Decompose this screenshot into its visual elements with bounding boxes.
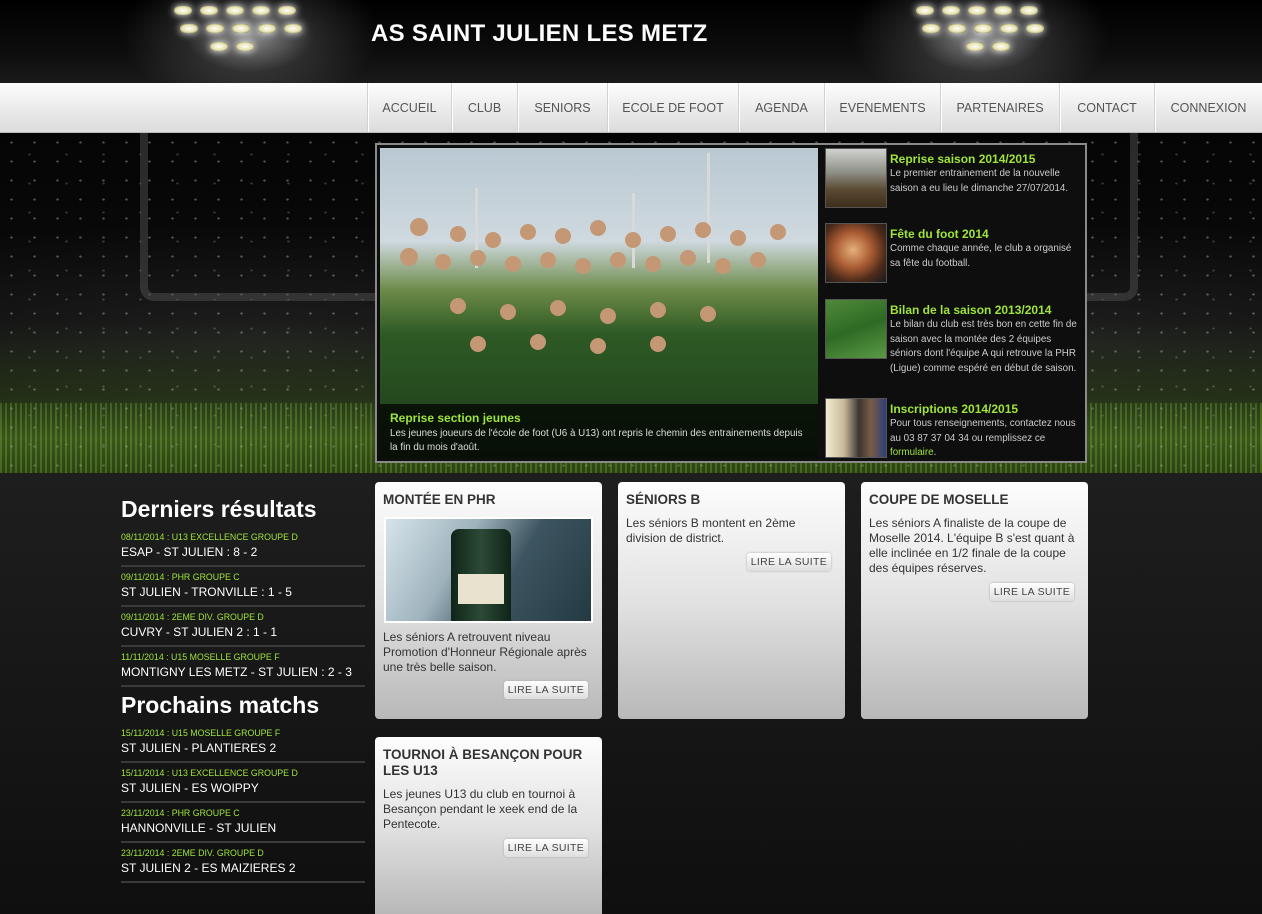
- match-teams: ST JULIEN - PLANTIERES 2: [121, 741, 277, 755]
- slider-item-description: Comme chaque année, le club a organisé s…: [890, 243, 1072, 269]
- slider-item-title[interactable]: Fête du foot 2014: [890, 227, 989, 241]
- bottle-label: [458, 574, 504, 604]
- match-row: 15/11/2014 : U13 EXCELLENCE GROUPE D ST J…: [121, 768, 365, 803]
- result-row: 08/11/2014 : U13 EXCELLENCE GROUPE D ESAP…: [121, 532, 365, 567]
- slider-main-title[interactable]: Reprise section jeunes: [390, 411, 521, 425]
- article-title[interactable]: SÉNIORS B: [626, 492, 836, 508]
- match-row: 15/11/2014 : U15 MOSELLE GROUPE F ST JULI…: [121, 728, 365, 763]
- nav-item-connexion[interactable]: CONNEXION: [1154, 83, 1262, 132]
- article-text: Les séniors B montent en 2ème division d…: [626, 516, 796, 545]
- match-meta: 23/11/2014 : 2EME DIV. GROUPE D: [121, 848, 264, 858]
- nav-item-evenements[interactable]: EVENEMENTS: [824, 83, 940, 132]
- result-meta: 09/11/2014 : 2EME DIV. GROUPE D: [121, 612, 264, 622]
- nav-item-agenda[interactable]: AGENDA: [738, 83, 824, 132]
- hero-banner: Reprise section jeunes Les jeunes joueur…: [0, 133, 1262, 473]
- match-row: 23/11/2014 : 2EME DIV. GROUPE D ST JULIEN…: [121, 848, 365, 883]
- slider-item-description-text: Pour tous renseignements, contactez nous…: [890, 418, 1076, 444]
- slider-item-thumbnail[interactable]: [825, 223, 887, 283]
- result-score: ST JULIEN - TRONVILLE : 1 - 5: [121, 585, 292, 599]
- article-title[interactable]: TOURNOI À BESANÇON POUR LES U13: [383, 747, 593, 779]
- recent-results-heading: Derniers résultats: [121, 496, 317, 522]
- nav-item-seniors[interactable]: SENIORS: [517, 83, 607, 132]
- nav-item-ecole-de-foot[interactable]: ECOLE DE FOOT: [607, 83, 738, 132]
- article-text: Les jeunes U13 du club en tournoi à Besa…: [383, 787, 578, 831]
- main-navigation: ACCUEIL CLUB SENIORS ECOLE DE FOOT AGEND…: [0, 83, 1262, 133]
- match-meta: 23/11/2014 : PHR GROUPE C: [121, 808, 240, 818]
- slider-item-description: Le bilan du club est très bon en cette f…: [890, 319, 1077, 374]
- result-score: MONTIGNY LES METZ - ST JULIEN : 2 - 3: [121, 665, 352, 679]
- result-meta: 09/11/2014 : PHR GROUPE C: [121, 572, 240, 582]
- site-header: AS SAINT JULIEN LES METZ: [0, 0, 1262, 83]
- read-more-button[interactable]: LIRE LA SUITE: [746, 553, 831, 571]
- slider-item-title[interactable]: Bilan de la saison 2013/2014: [890, 303, 1051, 317]
- article-text: Les séniors A finaliste de la coupe de M…: [869, 516, 1075, 575]
- result-meta: 11/11/2014 : U15 MOSELLE GROUPE F: [121, 652, 280, 662]
- article-title[interactable]: COUPE DE MOSELLE: [869, 492, 1079, 508]
- team-photo-players: [390, 218, 810, 398]
- site-title[interactable]: AS SAINT JULIEN LES METZ: [371, 20, 708, 48]
- slider-main-description: Les jeunes joueurs de l'école de foot (U…: [390, 428, 803, 453]
- slider-thumbnail-list: Reprise saison 2014/2015 Le premier entr…: [823, 145, 1083, 461]
- match-teams: ST JULIEN 2 - ES MAIZIERES 2: [121, 861, 296, 875]
- stadium-lights-right-icon: [912, 0, 1062, 60]
- read-more-button[interactable]: LIRE LA SUITE: [503, 839, 588, 857]
- article-text: Les séniors A retrouvent niveau Promotio…: [383, 630, 587, 674]
- slider-item-description-end: .: [933, 447, 937, 458]
- result-row: 09/11/2014 : 2EME DIV. GROUPE D CUVRY - S…: [121, 612, 365, 647]
- article-card: COUPE DE MOSELLE Les séniors A finaliste…: [861, 482, 1088, 719]
- result-row: 11/11/2014 : U15 MOSELLE GROUPE F MONTIGN…: [121, 652, 365, 687]
- slider-item-title[interactable]: Inscriptions 2014/2015: [890, 402, 1018, 416]
- nav-item-contact[interactable]: CONTACT: [1059, 83, 1154, 132]
- article-card: MONTÉE EN PHR Les séniors A retrouvent n…: [375, 482, 602, 719]
- slider-item-description: Le premier entrainement de la nouvelle s…: [890, 168, 1069, 194]
- form-link[interactable]: formulaire: [890, 447, 934, 458]
- stadium-lights-left-icon: [170, 0, 320, 60]
- nav-item-partenaires[interactable]: PARTENAIRES: [940, 83, 1059, 132]
- match-row: 23/11/2014 : PHR GROUPE C HANNONVILLE - S…: [121, 808, 365, 843]
- slider-item-thumbnail[interactable]: [825, 398, 887, 458]
- result-score: CUVRY - ST JULIEN 2 : 1 - 1: [121, 625, 278, 639]
- slider-caption: Reprise section jeunes Les jeunes joueur…: [380, 404, 818, 458]
- upcoming-matches-heading: Prochains matchs: [121, 692, 320, 718]
- slider-main-image[interactable]: Reprise section jeunes Les jeunes joueur…: [380, 148, 818, 458]
- read-more-button[interactable]: LIRE LA SUITE: [503, 681, 588, 699]
- nav-item-accueil[interactable]: ACCUEIL: [367, 83, 451, 132]
- news-slider: Reprise section jeunes Les jeunes joueur…: [375, 143, 1087, 463]
- match-teams: HANNONVILLE - ST JULIEN: [121, 821, 277, 835]
- nav-item-club[interactable]: CLUB: [451, 83, 517, 132]
- main-content: Derniers résultats 08/11/2014 : U13 EXCE…: [0, 473, 1262, 914]
- article-title[interactable]: MONTÉE EN PHR: [383, 492, 593, 508]
- match-meta: 15/11/2014 : U15 MOSELLE GROUPE F: [121, 728, 281, 738]
- match-meta: 15/11/2014 : U13 EXCELLENCE GROUPE D: [121, 768, 298, 778]
- slider-item-title[interactable]: Reprise saison 2014/2015: [890, 152, 1035, 166]
- result-row: 09/11/2014 : PHR GROUPE C ST JULIEN - TRO…: [121, 572, 365, 607]
- result-meta: 08/11/2014 : U13 EXCELLENCE GROUPE D: [121, 532, 298, 542]
- result-score: ESAP - ST JULIEN : 8 - 2: [121, 545, 258, 559]
- article-image[interactable]: [384, 517, 593, 623]
- slider-item-thumbnail[interactable]: [825, 148, 887, 208]
- article-card: SÉNIORS B Les séniors B montent en 2ème …: [618, 482, 845, 719]
- match-teams: ST JULIEN - ES WOIPPY: [121, 781, 259, 795]
- slider-item-thumbnail[interactable]: [825, 299, 887, 359]
- article-card: TOURNOI À BESANÇON POUR LES U13 Les jeun…: [375, 737, 602, 914]
- read-more-button[interactable]: LIRE LA SUITE: [989, 583, 1074, 601]
- slider-item-description: Pour tous renseignements, contactez nous…: [890, 417, 1081, 461]
